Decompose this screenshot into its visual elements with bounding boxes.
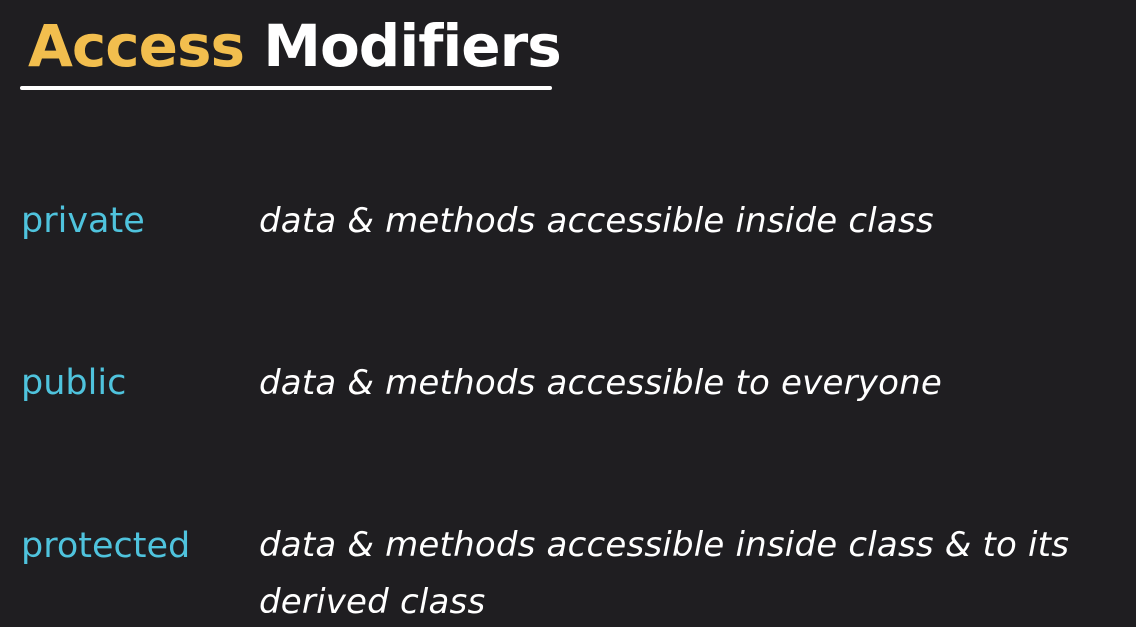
slide: Access Modifiers private data & methods … [0,0,1136,627]
title-word-access: Access [28,12,245,80]
keyword-protected: protected [21,526,191,566]
keyword-public: public [21,363,127,403]
title-word-modifiers: Modifiers [263,12,562,80]
title-underline [20,86,552,90]
slide-title: Access Modifiers [28,6,562,86]
description-private: data & methods accessible inside class [259,201,934,241]
description-public: data & methods accessible to everyone [259,363,942,403]
description-protected: data & methods accessible inside class &… [259,525,1070,622]
keyword-private: private [21,201,145,241]
